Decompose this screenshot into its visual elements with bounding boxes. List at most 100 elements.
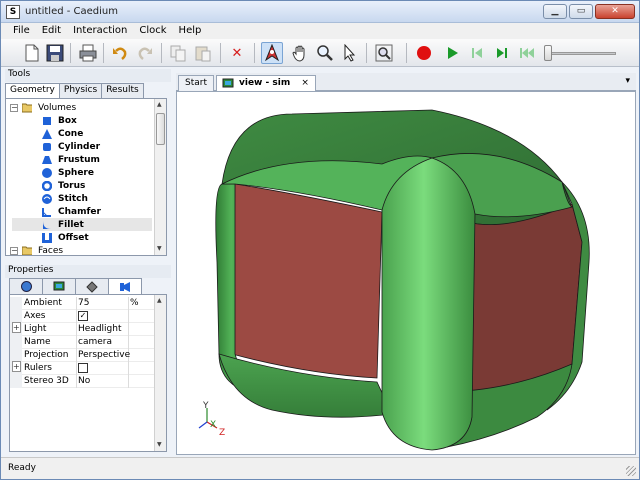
- resize-grip-icon[interactable]: [626, 466, 636, 476]
- undo-icon: [113, 47, 127, 60]
- interact-mode-button[interactable]: [261, 42, 283, 64]
- tab-display[interactable]: [42, 278, 76, 294]
- tree-item-chamfer[interactable]: Chamfer: [42, 205, 101, 218]
- maximize-button[interactable]: ▭: [569, 4, 593, 19]
- save-button[interactable]: [44, 42, 66, 64]
- tabs-dropdown-icon[interactable]: ▾: [625, 76, 630, 86]
- tree-item-offset[interactable]: Offset: [42, 231, 89, 244]
- undo-button[interactable]: [109, 42, 131, 64]
- tab-geometry[interactable]: Geometry: [5, 83, 60, 99]
- offset-icon: [42, 232, 52, 243]
- prop-row-axes[interactable]: Axes ✓: [10, 310, 154, 323]
- tab-tag[interactable]: [75, 278, 109, 294]
- tree-item-label: Volumes: [38, 102, 77, 113]
- menu-clock[interactable]: Clock: [133, 23, 172, 39]
- title-bar[interactable]: S untitled - Caedium ▁ ▭ ✕: [1, 1, 639, 23]
- chamfer-icon: [42, 207, 51, 217]
- play-icon: [448, 47, 458, 59]
- properties-grid: Ambient 75 % Axes ✓ + Light Headlight Na…: [9, 294, 167, 452]
- 3d-viewport[interactable]: Y X Z: [176, 91, 636, 455]
- collapse-toggle[interactable]: −: [10, 246, 18, 255]
- prop-row-projection[interactable]: Projection Perspective: [10, 349, 154, 362]
- tree-item-cone[interactable]: Cone: [42, 127, 83, 140]
- step-back-icon: [472, 48, 482, 58]
- expand-toggle[interactable]: +: [12, 361, 21, 372]
- folder-open-icon: [22, 103, 32, 112]
- tab-globe[interactable]: [9, 278, 43, 294]
- name-value[interactable]: camera: [78, 337, 112, 347]
- tree-item-torus[interactable]: Torus: [42, 179, 85, 192]
- zoom-button[interactable]: [314, 42, 336, 64]
- tab-physics[interactable]: Physics: [58, 83, 103, 98]
- pan-button[interactable]: [289, 42, 311, 64]
- tree-item-cylinder[interactable]: Cylinder: [42, 140, 100, 153]
- menu-help[interactable]: Help: [173, 23, 208, 39]
- light-value[interactable]: Headlight: [78, 324, 121, 334]
- collapse-toggle[interactable]: −: [10, 103, 18, 112]
- tree-item-box[interactable]: Box: [42, 114, 77, 127]
- delete-button[interactable]: ✕: [226, 42, 248, 64]
- ambient-value[interactable]: 75: [78, 298, 89, 308]
- menu-interaction[interactable]: Interaction: [67, 23, 133, 39]
- tree-item-fillet[interactable]: Fillet: [12, 218, 152, 231]
- print-button[interactable]: [77, 42, 99, 64]
- status-text: Ready: [8, 463, 36, 473]
- copy-button[interactable]: [167, 42, 189, 64]
- step-back-button[interactable]: [466, 42, 488, 64]
- time-slider-thumb[interactable]: [544, 45, 552, 61]
- tab-view-sim[interactable]: view - sim ×: [216, 75, 316, 92]
- tools-tree: − Volumes Box Cone Cylinder Frustum Sphe…: [5, 98, 167, 256]
- pan-hand-icon: [292, 45, 305, 62]
- rewind-button[interactable]: [516, 42, 538, 64]
- prop-row-name[interactable]: Name camera: [10, 336, 154, 349]
- axes-checkbox[interactable]: ✓: [78, 311, 88, 321]
- properties-panel-header: Properties: [5, 265, 171, 278]
- redo-button[interactable]: [134, 42, 156, 64]
- time-slider[interactable]: [546, 52, 616, 55]
- close-window-button[interactable]: ✕: [595, 4, 635, 19]
- axis-y-label: Y: [202, 401, 209, 411]
- display-icon: [53, 281, 65, 291]
- scroll-down-icon[interactable]: ▼: [157, 441, 162, 448]
- rulers-checkbox[interactable]: [78, 363, 88, 373]
- record-button[interactable]: [413, 42, 435, 64]
- globe-icon: [20, 281, 32, 292]
- new-document-button[interactable]: [21, 42, 43, 64]
- app-icon: S: [6, 5, 20, 19]
- tab-start[interactable]: Start: [178, 75, 214, 91]
- prop-row-rulers[interactable]: + Rulers: [10, 361, 154, 375]
- properties-scrollbar[interactable]: ▲ ▼: [154, 295, 166, 451]
- prop-row-stereo3d[interactable]: Stereo 3D No: [10, 375, 154, 388]
- scroll-up-icon[interactable]: ▲: [157, 297, 162, 304]
- prop-row-light[interactable]: + Light Headlight: [10, 322, 154, 336]
- minimize-button[interactable]: ▁: [543, 4, 567, 19]
- rewind-icon: [520, 48, 534, 58]
- tree-folder-faces[interactable]: − Faces: [10, 244, 63, 255]
- select-button[interactable]: [339, 42, 361, 64]
- tree-scrollbar[interactable]: ▲ ▼: [154, 99, 166, 255]
- tree-item-stitch[interactable]: Stitch: [42, 192, 88, 205]
- scroll-down-icon[interactable]: ▼: [157, 245, 162, 252]
- tree-item-sphere[interactable]: Sphere: [42, 166, 94, 179]
- tree-folder-volumes[interactable]: − Volumes: [10, 101, 76, 114]
- scroll-thumb[interactable]: [156, 113, 165, 145]
- scroll-up-icon[interactable]: ▲: [157, 101, 162, 108]
- tab-camera[interactable]: [108, 278, 142, 294]
- menu-file[interactable]: File: [7, 23, 36, 39]
- tools-tabs: Geometry Physics Results: [5, 83, 144, 99]
- rounded-cube-model[interactable]: Y X Z: [177, 92, 636, 455]
- close-tab-icon[interactable]: ×: [301, 78, 309, 88]
- properties-tabs: [9, 278, 142, 294]
- step-forward-button[interactable]: [491, 42, 513, 64]
- tab-results[interactable]: Results: [101, 83, 144, 98]
- paste-button[interactable]: [192, 42, 214, 64]
- play-button[interactable]: [441, 42, 463, 64]
- expand-toggle[interactable]: +: [12, 322, 21, 333]
- box-icon: [43, 116, 51, 125]
- zoom-fit-button[interactable]: [373, 42, 395, 64]
- projection-value[interactable]: Perspective: [78, 350, 130, 360]
- tree-item-frustum[interactable]: Frustum: [42, 153, 100, 166]
- menu-edit[interactable]: Edit: [36, 23, 67, 39]
- stereo3d-value[interactable]: No: [78, 376, 90, 386]
- prop-row-ambient[interactable]: Ambient 75 %: [10, 297, 154, 310]
